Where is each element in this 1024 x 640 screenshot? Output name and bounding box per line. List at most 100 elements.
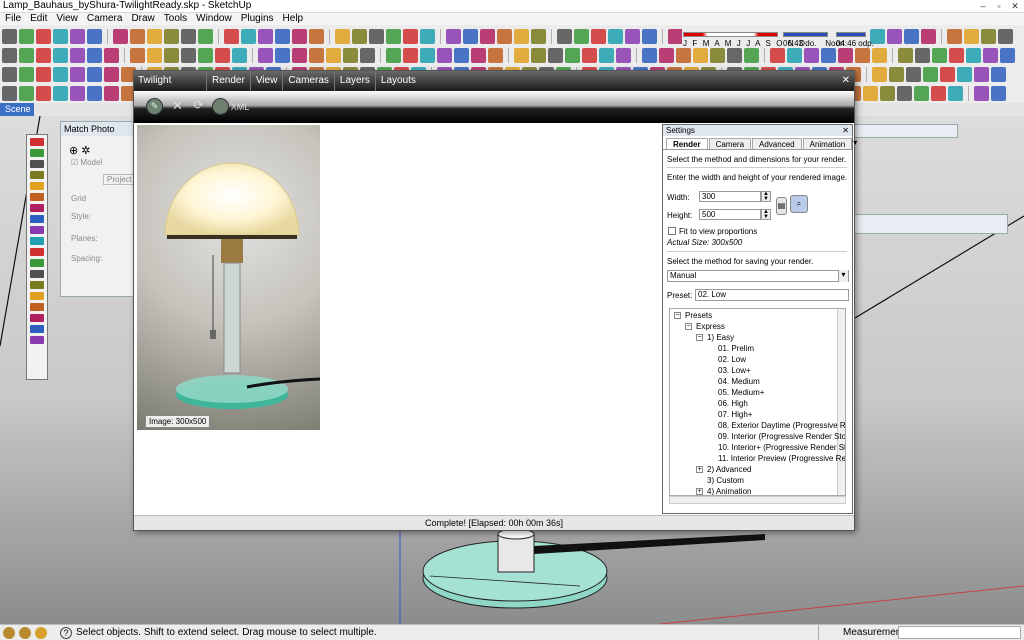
tree-item[interactable]: 08. Exterior Daytime (Progressive Rend [718, 421, 845, 431]
time-slider[interactable] [783, 32, 828, 37]
tree-item[interactable]: 05. Medium+ [718, 388, 764, 398]
tool-icon[interactable] [599, 47, 614, 63]
tool-icon[interactable] [275, 28, 290, 44]
tree-toggle-icon[interactable]: − [674, 312, 681, 319]
menu-edit[interactable]: Edit [30, 13, 47, 25]
tool-icon[interactable] [70, 66, 85, 82]
tool-icon[interactable] [2, 66, 17, 82]
tool-icon[interactable] [966, 47, 981, 63]
tool-icon[interactable] [36, 28, 51, 44]
left-tool-icon[interactable] [30, 259, 44, 267]
tool-icon[interactable] [904, 28, 919, 44]
tool-icon[interactable] [130, 28, 145, 44]
tool-icon[interactable] [582, 47, 597, 63]
minimize-button[interactable]: – [976, 1, 990, 11]
settings-close-button[interactable]: ✕ [842, 125, 849, 136]
tool-icon[interactable] [947, 28, 962, 44]
tool-icon[interactable] [53, 47, 68, 63]
tool-icon[interactable] [887, 28, 902, 44]
tree-item[interactable]: 10. Interior+ (Progressive Render Stop [718, 443, 845, 453]
add-photo-icon[interactable]: ⊕ ✲ [69, 144, 91, 157]
tool-icon[interactable] [36, 47, 51, 63]
tool-icon[interactable] [343, 47, 358, 63]
tool-icon[interactable] [369, 28, 384, 44]
height-input[interactable]: 500 [699, 209, 761, 220]
credits-icon[interactable] [19, 627, 31, 639]
tool-icon[interactable] [309, 47, 324, 63]
tool-icon[interactable] [914, 85, 929, 101]
tool-icon[interactable] [471, 47, 486, 63]
tool-icon[interactable] [292, 28, 307, 44]
tab-render[interactable]: Render [666, 138, 708, 149]
tool-icon[interactable] [292, 47, 307, 63]
tool-icon[interactable] [215, 47, 230, 63]
tool-icon[interactable] [897, 85, 912, 101]
tree-toggle-icon[interactable]: − [696, 334, 703, 341]
chevron-down-icon[interactable]: ▾ [838, 270, 848, 282]
tool-icon[interactable] [420, 28, 435, 44]
tool-icon[interactable] [659, 47, 674, 63]
tool-icon[interactable] [625, 28, 640, 44]
tree-vertical-scrollbar[interactable] [837, 309, 845, 495]
left-tool-icon[interactable] [30, 215, 44, 223]
tool-icon[interactable] [2, 28, 17, 44]
tool-icon[interactable] [164, 28, 179, 44]
tree-item[interactable]: 06. High [718, 399, 748, 409]
left-tool-icon[interactable] [30, 325, 44, 333]
tool-icon[interactable] [53, 66, 68, 82]
tool-icon[interactable] [949, 47, 964, 63]
tool-icon[interactable] [53, 28, 68, 44]
twilight-menu-render[interactable]: Render [206, 71, 250, 91]
tree-item[interactable]: 03. Low+ [718, 366, 751, 376]
shadow-date-widget[interactable]: J F M A M J J A S O N D 06:43 do. Noon [683, 28, 844, 54]
tool-icon[interactable] [454, 47, 469, 63]
tool-icon[interactable] [87, 66, 102, 82]
tool-icon[interactable] [104, 85, 119, 101]
tree-item[interactable]: 4) Animation [707, 487, 751, 495]
tool-icon[interactable] [70, 47, 85, 63]
tabs-menu-icon[interactable]: ▾ [853, 138, 860, 149]
left-tool-icon[interactable] [30, 303, 44, 311]
menu-camera[interactable]: Camera [87, 13, 123, 25]
tool-icon[interactable] [70, 28, 85, 44]
tool-icon[interactable] [232, 47, 247, 63]
tool-icon[interactable] [19, 28, 34, 44]
tree-toggle-icon[interactable]: + [696, 466, 703, 473]
tool-icon[interactable] [855, 47, 870, 63]
measurements-input[interactable] [898, 626, 1021, 639]
tool-icon[interactable] [130, 47, 145, 63]
tree-toggle-icon[interactable]: + [696, 488, 703, 495]
twilight-menu-layers[interactable]: Layers [333, 71, 375, 91]
tree-item[interactable]: 11. Interior Preview (Progressive Rend [718, 454, 845, 464]
tool-icon[interactable] [403, 28, 418, 44]
tool-icon[interactable] [437, 47, 452, 63]
tool-icon[interactable] [497, 28, 512, 44]
xml-icon[interactable] [212, 98, 229, 115]
left-tool-icon[interactable] [30, 160, 44, 168]
tree-item[interactable]: 1) Easy [707, 333, 734, 343]
tool-icon[interactable] [548, 47, 563, 63]
tool-icon[interactable] [446, 28, 461, 44]
tool-icon[interactable] [948, 85, 963, 101]
fit-to-view-checkbox[interactable] [668, 227, 676, 235]
tool-icon[interactable] [981, 28, 996, 44]
twilight-menu-view[interactable]: View [249, 71, 283, 91]
menu-view[interactable]: View [56, 13, 78, 25]
tool-icon[interactable] [591, 28, 606, 44]
menu-plugins[interactable]: Plugins [241, 13, 274, 25]
twilight-menu-layouts[interactable]: Layouts [374, 71, 421, 91]
tool-icon[interactable] [574, 28, 589, 44]
tool-icon[interactable] [36, 66, 51, 82]
refresh-icon[interactable]: ⟳ [190, 98, 207, 115]
tool-icon[interactable] [275, 47, 290, 63]
tool-icon[interactable] [258, 47, 273, 63]
tool-icon[interactable] [872, 47, 887, 63]
tool-icon[interactable] [352, 28, 367, 44]
menu-file[interactable]: File [5, 13, 21, 25]
tree-item[interactable]: 09. Interior (Progressive Render Stop V [718, 432, 845, 442]
presets-tree[interactable]: − Presets − Express −1) Easy 01. Prelim 02. Lo… [669, 308, 846, 496]
tool-icon[interactable] [198, 47, 213, 63]
tool-icon[interactable] [113, 28, 128, 44]
tool-icon[interactable] [991, 85, 1006, 101]
size-presets-icon[interactable]: ▤ [776, 197, 787, 215]
